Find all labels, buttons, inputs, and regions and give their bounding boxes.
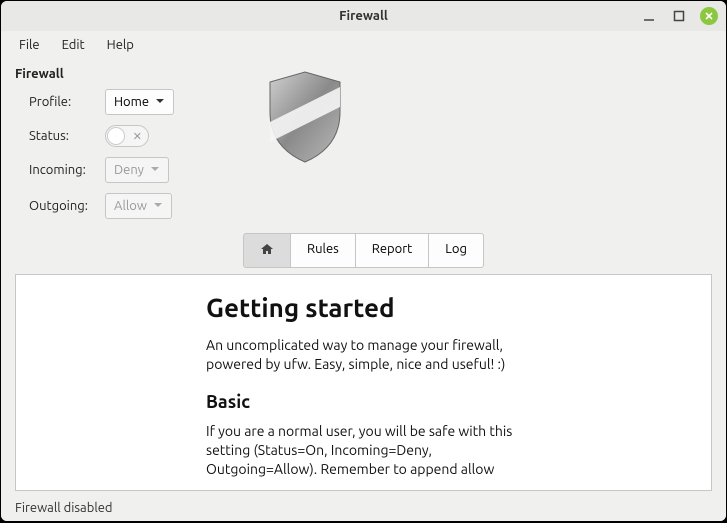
profile-value: Home [114,95,149,109]
shield-area [215,67,712,229]
outgoing-value: Allow [114,199,147,213]
incoming-value: Deny [114,163,144,177]
menubar: File Edit Help [1,31,726,59]
tab-rules[interactable]: Rules [290,233,356,268]
menu-edit[interactable]: Edit [52,34,95,56]
shield-icon [255,67,355,229]
outgoing-combo: Allow [105,193,172,219]
chevron-down-icon [155,95,165,109]
maximize-button[interactable] [670,7,688,25]
tab-home[interactable] [243,233,291,268]
tabs: Rules Report Log [1,233,726,268]
minimize-button[interactable] [640,7,658,25]
home-icon [260,242,274,259]
window-title: Firewall [339,9,388,23]
outgoing-label: Outgoing: [29,199,105,213]
profile-label: Profile: [29,95,105,109]
status-label: Status: [29,129,105,143]
chevron-down-icon [153,199,163,213]
tab-log[interactable]: Log [428,233,484,268]
status-switch[interactable]: ✕ [105,125,149,147]
profile-combo[interactable]: Home [105,89,174,115]
menu-file[interactable]: File [9,34,50,56]
switch-knob [107,127,125,145]
titlebar: Firewall [1,1,726,31]
switch-off-icon: ✕ [133,130,142,143]
incoming-combo: Deny [105,157,169,183]
tab-report[interactable]: Report [355,233,430,268]
status-text: Firewall disabled [15,501,113,515]
incoming-label: Incoming: [29,163,105,177]
doc-paragraph-1: An uncomplicated way to manage your fire… [206,336,546,374]
close-button[interactable] [700,7,718,25]
statusbar: Firewall disabled [1,495,726,521]
menu-help[interactable]: Help [97,34,144,56]
doc-paragraph-2: If you are a normal user, you will be sa… [206,422,546,479]
doc-heading: Getting started [206,293,693,322]
content-panel: Getting started An uncomplicated way to … [15,274,712,491]
section-title: Firewall [15,67,215,81]
chevron-down-icon [150,163,160,177]
doc-subheading: Basic [206,392,693,412]
